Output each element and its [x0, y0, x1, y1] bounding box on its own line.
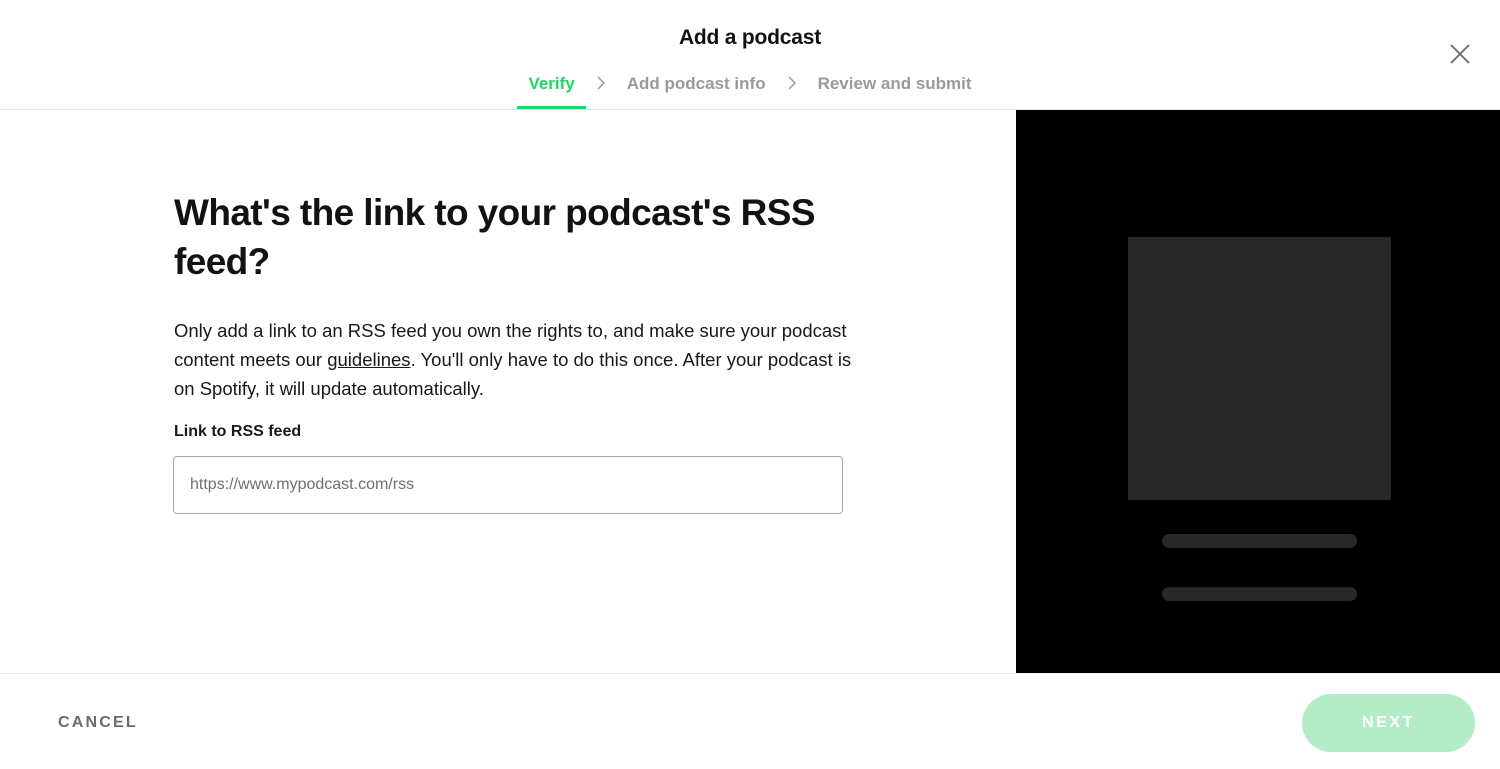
cancel-button[interactable]: CANCEL	[40, 704, 156, 742]
step-add-podcast-info[interactable]: Add podcast info	[616, 72, 777, 110]
stepper: Verify Add podcast info Review and submi…	[0, 72, 1500, 110]
subtitle-placeholder-line	[1162, 587, 1357, 601]
guidelines-link[interactable]: guidelines	[327, 349, 410, 370]
rss-field-label: Link to RSS feed	[174, 423, 302, 440]
step-verify[interactable]: Verify	[517, 72, 587, 110]
podcast-preview-panel	[1016, 110, 1500, 673]
dialog-header: Add a podcast Verify Add podcast info Re…	[0, 0, 1500, 110]
step-review-and-submit[interactable]: Review and submit	[807, 72, 983, 110]
chevron-right-icon	[777, 72, 807, 94]
next-button[interactable]: NEXT	[1302, 694, 1475, 752]
close-button[interactable]	[1446, 40, 1474, 68]
dialog-footer: CANCEL NEXT	[0, 673, 1500, 769]
chevron-right-icon	[586, 72, 616, 94]
rss-description: Only add a link to an RSS feed you own t…	[174, 316, 864, 403]
rss-feed-input[interactable]	[173, 456, 843, 514]
dialog-title: Add a podcast	[678, 26, 822, 49]
title-placeholder-line	[1162, 534, 1357, 548]
page-title: What's the link to your podcast's RSS fe…	[174, 192, 816, 282]
rss-form-panel: What's the link to your podcast's RSS fe…	[0, 110, 1016, 673]
close-icon	[1450, 44, 1470, 64]
cover-art-placeholder	[1128, 237, 1391, 500]
